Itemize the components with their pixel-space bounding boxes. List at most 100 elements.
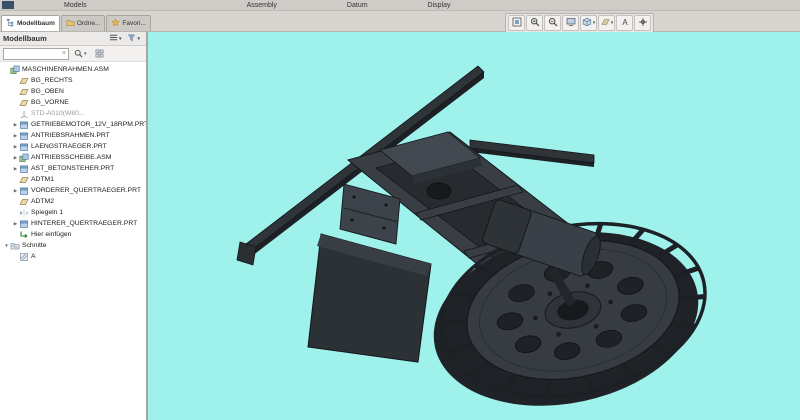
tree-item[interactable]: ▶ LAENGSTRAEGER.PRT (0, 141, 146, 152)
datumplane-icon (19, 197, 29, 207)
magnifier-icon (74, 45, 83, 63)
mirror-icon (19, 208, 29, 218)
panel-tab-label: Favori... (122, 20, 145, 27)
panel-tab-ordne[interactable]: Ordne... (61, 15, 105, 31)
clear-search-icon[interactable]: × (62, 50, 66, 57)
tree-item-label: LAENGSTRAEGER.PRT (31, 143, 107, 150)
svg-text:A: A (622, 18, 628, 27)
tree-item[interactable]: ▶ AST_BETONSTEHER.PRT (0, 163, 146, 174)
tree-item[interactable]: ▶ ANTRIEBSSCHEIBE.ASM (0, 152, 146, 163)
prt-icon (19, 219, 29, 229)
annotation-icon: A (620, 14, 630, 32)
expand-chevron-icon[interactable]: ▶ (12, 144, 19, 150)
panel-header: Modellbaum ▾▾ (0, 32, 146, 46)
tree-item[interactable]: ▶HINTERER_QUERTRAEGER.PRT (0, 218, 146, 229)
tree-item[interactable]: ▶ GETRIEBEMOTOR_12V_18RPM.PRT (0, 119, 146, 130)
tree-item-label: AST_BETONSTEHER.PRT (31, 165, 114, 172)
tree-item[interactable]: MASCHINENRAHMEN.ASM (0, 64, 146, 75)
tree-filters-button[interactable]: ▾ (124, 32, 143, 45)
tree-item[interactable]: Spiegeln 1 (0, 207, 146, 218)
pedestal[interactable] (308, 234, 431, 362)
tree-item-label: A (31, 253, 36, 260)
expand-chevron-icon[interactable]: ▶ (12, 155, 19, 161)
menu-assembly[interactable]: Assembly (247, 2, 277, 9)
3d-model[interactable] (148, 32, 800, 420)
search-input[interactable] (6, 49, 62, 58)
tree-item-label: Schnitte (22, 242, 47, 249)
search-button[interactable]: ▾ (71, 47, 90, 60)
tree-item-label: ANTRIEBSSCHEIBE.ASM (31, 154, 111, 161)
tree-item-label: Hier einfügen (31, 231, 71, 238)
menu-display[interactable]: Display (428, 2, 451, 9)
panel-tab-modellbaum[interactable]: Modellbaum (1, 15, 60, 31)
display-style-button[interactable]: ▾ (580, 15, 597, 31)
model-tree-panel: Modellbaum ▾▾ × ▾ MASCHINENRAHMEN.ASMBG_… (0, 32, 148, 420)
dropdown-caret-icon: ▾ (119, 36, 122, 42)
tree-item-label: STD-A010(W80... (31, 110, 85, 117)
tree-item[interactable]: ▼ Schnitte (0, 240, 146, 251)
zoom-in-button[interactable] (526, 15, 543, 31)
zoom-out-icon (548, 14, 558, 32)
tree-item-label: BG_VORNE (31, 99, 69, 106)
graphics-area[interactable] (148, 32, 800, 420)
tree-item[interactable]: ADTM2 (0, 196, 146, 207)
menu-models[interactable]: Models (64, 2, 87, 9)
tree-item[interactable]: STD-A010(W80... (0, 108, 146, 119)
folder-icon (66, 18, 75, 29)
prt-icon (19, 120, 29, 130)
tree-item-label: MASCHINENRAHMEN.ASM (22, 66, 109, 73)
menu-items: Models Assembly Datum Display (14, 2, 451, 9)
tree-item[interactable]: BG_OBEN (0, 86, 146, 97)
menu-datum[interactable]: Datum (347, 2, 368, 9)
zoom-in-icon (530, 14, 540, 32)
tree-item-label: GETRIEBEMOTOR_12V_18RPM.PRT (31, 121, 146, 128)
expand-chevron-icon[interactable]: ▶ (12, 188, 19, 194)
refit-button[interactable] (508, 15, 525, 31)
expand-chevron-icon[interactable]: ▶ (12, 221, 19, 227)
datumplane-icon (19, 175, 29, 185)
tree-item[interactable]: ▶ ANTRIEBSRAHMEN.PRT (0, 130, 146, 141)
expand-levels-button[interactable] (92, 47, 107, 60)
datum-display-button[interactable]: ▾ (598, 15, 615, 31)
annotation-display-button[interactable]: A (616, 15, 633, 31)
expand-chevron-icon[interactable]: ▶ (12, 133, 19, 139)
tree-item-label: ADTM2 (31, 198, 54, 205)
datumplane-icon (19, 76, 29, 86)
dropdown-caret-icon: ▾ (593, 20, 596, 26)
star-icon (111, 18, 120, 29)
panel-tab-label: Ordne... (77, 20, 100, 27)
tree-display-options-button[interactable]: ▾ (106, 32, 125, 45)
search-box: × (3, 48, 69, 60)
list-icon (109, 33, 118, 44)
dropdown-caret-icon: ▾ (84, 51, 87, 57)
tree-item[interactable]: ADTM1 (0, 174, 146, 185)
tree-item[interactable]: BG_RECHTS (0, 75, 146, 86)
expand-chevron-icon[interactable]: ▼ (3, 243, 10, 248)
expand-chevron-icon[interactable]: ▶ (12, 166, 19, 172)
panel-title: Modellbaum (3, 34, 47, 43)
tree-item-label: ADTM1 (31, 176, 54, 183)
application-window: Models Assembly Datum Display Modellbaum Ord… (0, 0, 800, 420)
prt-icon (19, 131, 29, 141)
menubar: Models Assembly Datum Display (0, 0, 800, 11)
panel-search-row: × ▾ (0, 46, 146, 62)
ribbon: Modellbaum Ordne... Favori... ▾▾ A (0, 11, 800, 32)
repaint-button[interactable] (562, 15, 579, 31)
panel-header-buttons: ▾▾ (106, 32, 143, 45)
insert-icon (19, 230, 29, 240)
repaint-icon (566, 14, 576, 32)
tree-item[interactable]: A (0, 251, 146, 262)
tree-item-label: ANTRIEBSRAHMEN.PRT (31, 132, 110, 139)
tree-item[interactable]: BG_VORNE (0, 97, 146, 108)
spin-center-button[interactable] (634, 15, 651, 31)
filter-icon (127, 33, 136, 44)
expand-chevron-icon[interactable]: ▶ (12, 122, 19, 128)
zoom-out-button[interactable] (544, 15, 561, 31)
tree-item[interactable]: Hier einfügen (0, 229, 146, 240)
app-icon[interactable] (2, 1, 14, 9)
graphics-toolbar: ▾▾ A (505, 13, 654, 33)
tree-item[interactable]: ▶VORDERER_QUERTRAEGER.PRT (0, 185, 146, 196)
datumdisp-icon (600, 14, 610, 32)
panel-tab-favori[interactable]: Favori... (106, 15, 150, 31)
dropdown-caret-icon: ▾ (137, 36, 140, 42)
